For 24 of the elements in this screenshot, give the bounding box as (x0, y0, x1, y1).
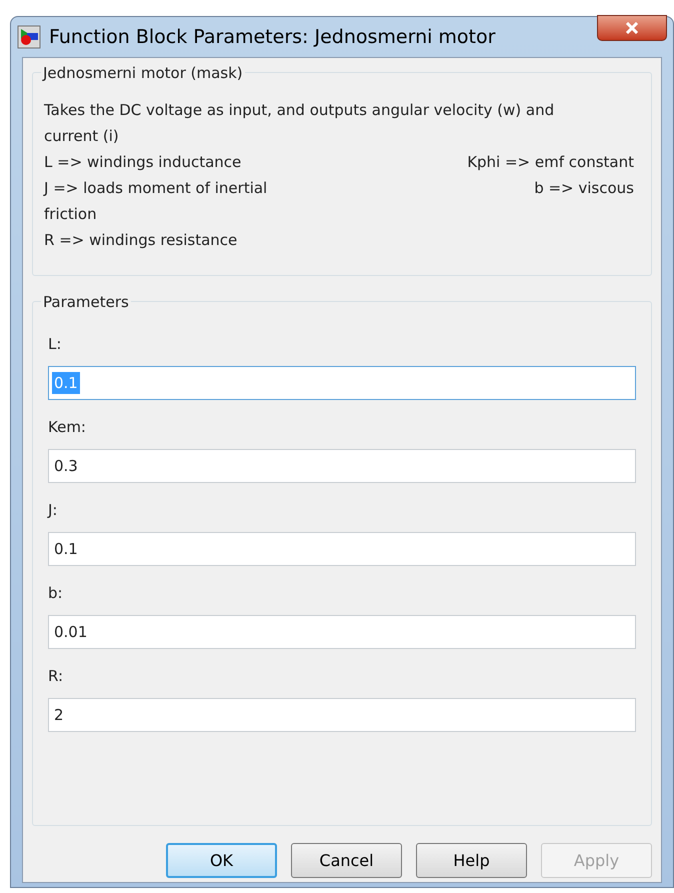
description-text: friction (44, 204, 97, 225)
input-field[interactable]: 0.01 (48, 615, 636, 649)
field-label: R: (48, 666, 64, 686)
input-field[interactable]: 2 (48, 698, 636, 732)
close-button[interactable] (597, 15, 667, 41)
input-field[interactable]: 0.3 (48, 449, 636, 483)
close-icon (625, 22, 639, 34)
window-title: Function Block Parameters: Jednosmerni motor (49, 24, 496, 50)
field-label: J: (48, 500, 58, 520)
description-text: L => windings inductance (44, 152, 242, 173)
input-field[interactable]: 0.1 (48, 532, 636, 566)
description-text: Takes the DC voltage as input, and outputs angular velocity (w) and (44, 100, 554, 121)
dialog-button[interactable]: OK (166, 843, 277, 878)
description-text: J => loads moment of inertial (44, 178, 268, 199)
field-label: L: (48, 334, 62, 354)
description-text: Kphi => emf constant (467, 152, 634, 173)
app-icon (17, 25, 41, 49)
field-label: Kem: (48, 417, 86, 437)
description-text: R => windings resistance (44, 230, 238, 251)
dialog-button[interactable]: Cancel (291, 843, 402, 878)
field-label: b: (48, 583, 63, 603)
dialog-button[interactable]: Help (416, 843, 527, 878)
description-text: current (i) (44, 126, 119, 147)
description-text: b => viscous (534, 178, 634, 199)
